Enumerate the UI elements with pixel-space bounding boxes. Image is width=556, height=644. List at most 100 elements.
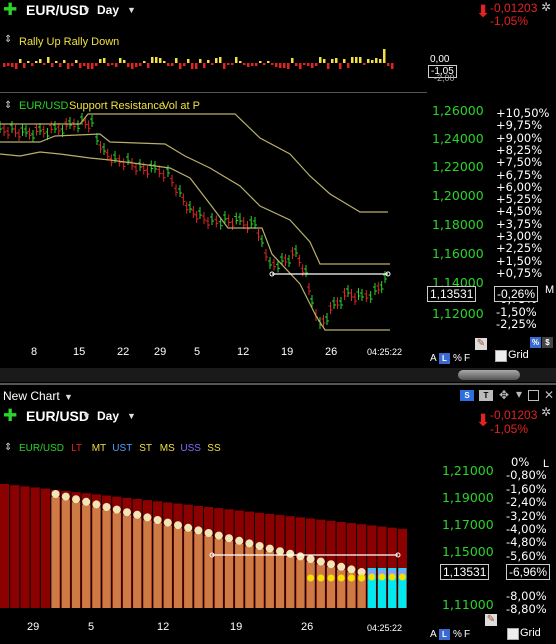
rally-down-bar: [95, 63, 98, 66]
price-tick: 1,16000: [432, 246, 484, 261]
st-dot: [133, 510, 142, 519]
pane-divider[interactable]: [0, 92, 427, 93]
rally-up-bar: [375, 58, 378, 63]
top-time-axis: 8 15 22 29 5 12 19 26 04:25:22: [0, 346, 425, 362]
grid-checkbox[interactable]: [507, 628, 519, 640]
ss-dot: [337, 574, 345, 582]
period-dropdown-icon[interactable]: ▼: [127, 5, 136, 15]
close-icon[interactable]: ✕: [544, 388, 554, 402]
rally-up-bar: [175, 58, 178, 63]
rally-down-bar: [347, 63, 350, 68]
percent-tick: -2,25%: [496, 316, 537, 331]
symbol-label[interactable]: EUR/USD: [26, 2, 89, 18]
grid-label: Grid: [508, 349, 529, 361]
t-button[interactable]: T: [479, 390, 493, 401]
st-dot: [316, 557, 325, 566]
period-label[interactable]: Day: [97, 3, 119, 17]
percent-tick: +0,75%: [496, 265, 543, 280]
rally-down-bar: [11, 63, 14, 67]
percent-button[interactable]: %: [453, 353, 462, 364]
rally-down-bar: [223, 63, 226, 69]
dollar-mode-button[interactable]: $: [542, 337, 553, 348]
pencil-icon[interactable]: ✎: [485, 614, 497, 626]
add-symbol-icon[interactable]: ✚: [3, 406, 17, 426]
percent-mode-button[interactable]: %: [530, 337, 541, 348]
log-l-button[interactable]: L: [439, 353, 450, 364]
grid-checkbox[interactable]: [495, 350, 507, 362]
date-tick: 19: [281, 346, 294, 358]
date-tick: 26: [325, 346, 338, 358]
rally-up-bar: [335, 58, 338, 63]
period-dropdown-icon[interactable]: ▼: [127, 411, 136, 421]
pencil-icon[interactable]: ✎: [475, 338, 487, 350]
period-label[interactable]: Day: [97, 409, 119, 423]
restore-icon[interactable]: [528, 390, 539, 401]
rally-down-bar: [339, 63, 342, 69]
down-arrow-icon: ⬇: [476, 2, 491, 21]
rally-up-bar: [331, 59, 334, 63]
st-dot: [296, 552, 305, 561]
s-button[interactable]: S: [460, 390, 474, 401]
st-dot: [51, 490, 60, 498]
minimize-icon[interactable]: ▾: [516, 387, 522, 401]
price-chart[interactable]: [0, 94, 425, 370]
mt-bar: [143, 520, 152, 608]
mt-bar: [296, 559, 305, 608]
rally-up-bar: [235, 57, 238, 63]
symbol-dropdown-icon[interactable]: ▼: [82, 5, 91, 15]
updown-icon[interactable]: ⇕: [4, 442, 12, 453]
date-tick: 12: [237, 346, 250, 358]
rally-down-bar: [179, 63, 182, 69]
change-value: -0,01203: [490, 408, 538, 422]
ss-dot: [327, 574, 335, 582]
st-dot: [245, 539, 254, 548]
scrollbar-track[interactable]: [0, 368, 556, 382]
scrollbar-thumb[interactable]: [458, 370, 520, 380]
window-menu-icon[interactable]: ▼: [64, 392, 73, 402]
rally-up-bar: [343, 59, 346, 63]
m-label: M: [545, 284, 555, 296]
symbol-label[interactable]: EUR/USD: [26, 408, 89, 424]
symbol-dropdown-icon[interactable]: ▼: [82, 411, 91, 421]
down-arrow-icon: ⬇: [476, 411, 491, 430]
rally-down-bar: [391, 63, 394, 69]
mt-bar: [61, 499, 70, 608]
price-tick: 1,24000: [432, 131, 484, 146]
ss-dot: [358, 574, 366, 582]
legend-item: ST: [139, 443, 152, 454]
rally-down-bar: [183, 63, 186, 66]
st-dot: [347, 565, 356, 574]
date-tick: 15: [73, 346, 86, 358]
ms-chart[interactable]: [0, 456, 425, 612]
st-dot: [92, 500, 101, 509]
autoscale-a-button[interactable]: A: [430, 353, 437, 364]
rally-down-bar: [71, 63, 74, 66]
rally-down-bar: [167, 63, 170, 66]
bottom-percent-axis: 0% -0,80% -1,60% -2,40% -3,20% -4,00% -4,80% -5…: [506, 455, 556, 616]
log-l-button[interactable]: L: [439, 629, 450, 640]
st-dot: [163, 518, 172, 527]
price-tick: 1,11000: [442, 597, 494, 612]
rally-up-bar: [163, 61, 166, 63]
rally-up-bar: [63, 60, 66, 63]
rally-up-bar: [99, 59, 102, 63]
settings-icon[interactable]: ✲: [541, 405, 551, 419]
rally-down-bar: [147, 63, 150, 68]
add-symbol-icon[interactable]: ✚: [3, 0, 17, 20]
percent-button[interactable]: %: [453, 629, 462, 640]
f-button[interactable]: F: [464, 353, 470, 364]
rally-down-bar: [271, 63, 274, 65]
rally-up-bar: [75, 60, 78, 63]
settings-icon[interactable]: ✲: [541, 0, 551, 14]
move-icon[interactable]: ✥: [499, 388, 509, 402]
st-dot: [214, 531, 223, 540]
f-button[interactable]: F: [464, 629, 470, 640]
rally-up-bar: [359, 57, 362, 63]
st-dot: [265, 544, 274, 553]
rally-down-bar: [275, 63, 278, 67]
st-dot: [235, 536, 244, 545]
rally-up-bar: [267, 61, 270, 63]
rally-down-bar: [303, 63, 306, 65]
indicator-pane: ⇕ Rally Up Rally Down 0,00 -1,05 -2,00: [0, 30, 556, 92]
autoscale-a-button[interactable]: A: [430, 629, 437, 640]
